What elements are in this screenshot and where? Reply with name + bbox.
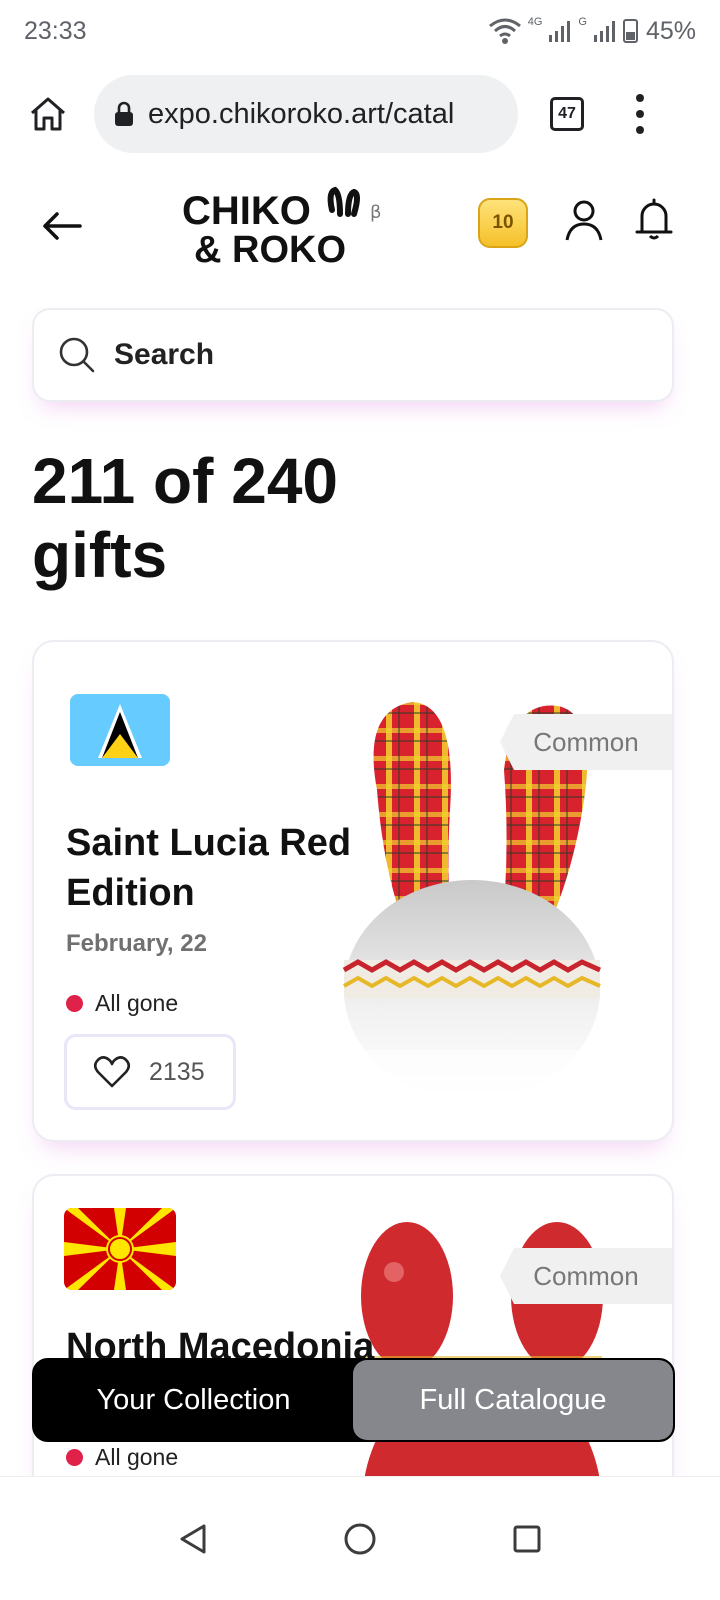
nav-recents-button[interactable] — [505, 1517, 549, 1561]
browser-toolbar: expo.chikoroko.art/catal 47 — [0, 62, 720, 166]
availability-text: All gone — [95, 1444, 179, 1470]
more-dot-icon — [636, 94, 644, 102]
more-dot-icon — [636, 110, 644, 118]
profile-button[interactable] — [564, 198, 604, 242]
like-button[interactable]: 2135 — [64, 1034, 236, 1110]
wifi-icon — [488, 18, 521, 44]
signal-icon-2 — [593, 21, 615, 42]
back-button[interactable] — [38, 202, 86, 250]
coins-badge[interactable]: 10 — [478, 198, 528, 248]
logo-line2: & ROKO — [194, 229, 346, 268]
gift-card[interactable]: Common Saint Lucia Red Edition February,… — [32, 640, 674, 1142]
status-dot-icon — [66, 1449, 83, 1466]
logo-beta: β — [370, 202, 382, 223]
square-recents-icon — [513, 1525, 541, 1552]
rarity-badge: Common — [500, 714, 672, 770]
chikoroko-logo[interactable]: CHIKO & ROKO β — [182, 184, 392, 268]
gift-date: February, 22 — [66, 930, 207, 957]
home-button[interactable] — [20, 86, 76, 142]
page-title: 211 of 240 gifts — [32, 445, 338, 591]
url-text: expo.chikoroko.art/catal — [148, 97, 455, 130]
like-count: 2135 — [149, 1057, 205, 1086]
home-icon — [31, 97, 65, 131]
search-input[interactable]: Search — [32, 308, 674, 402]
north-macedonia-flag-icon — [64, 1208, 176, 1290]
battery-percent: 45% — [645, 16, 696, 45]
gift-title: Saint Lucia Red Edition — [66, 822, 352, 914]
tab-your-collection[interactable]: Your Collection — [34, 1360, 353, 1440]
address-bar[interactable]: expo.chikoroko.art/catal — [94, 75, 518, 153]
availability-status: All gone — [66, 990, 178, 1017]
status-dot-icon — [66, 995, 83, 1012]
notifications-button[interactable] — [634, 198, 674, 242]
status-indicators: 4G G 45% — [488, 16, 696, 46]
browser-menu-button[interactable] — [630, 94, 650, 134]
search-icon — [59, 337, 95, 373]
network-type-label-2: G — [578, 16, 587, 28]
search-placeholder: Search — [114, 338, 215, 371]
site-header: CHIKO & ROKO β 10 — [0, 178, 720, 274]
status-bar: 23:33 4G G 45% — [0, 0, 720, 62]
status-time: 23:33 — [24, 16, 87, 45]
logo-line1: CHIKO — [182, 189, 311, 233]
tab-switcher-button[interactable]: 47 — [550, 97, 584, 131]
arrow-left-icon — [43, 212, 82, 240]
rarity-badge: Common — [500, 1248, 672, 1304]
bell-icon — [635, 198, 673, 240]
saint-lucia-flag-icon — [70, 694, 170, 766]
system-navigation-bar — [0, 1476, 720, 1600]
battery-icon — [622, 19, 638, 43]
lock-icon — [115, 101, 133, 126]
availability-text: All gone — [95, 990, 179, 1016]
collection-tabs: Your Collection Full Catalogue — [32, 1358, 675, 1442]
triangle-back-icon — [180, 1524, 206, 1553]
nav-back-button[interactable] — [171, 1517, 215, 1561]
signal-icon — [549, 21, 571, 42]
tab-full-catalogue[interactable]: Full Catalogue — [353, 1360, 673, 1440]
availability-status: All gone — [66, 1444, 178, 1471]
nav-home-button[interactable] — [338, 1517, 382, 1561]
user-icon — [565, 200, 603, 241]
heart-icon — [93, 1056, 131, 1088]
network-type-label: 4G — [527, 16, 543, 28]
more-dot-icon — [636, 126, 644, 134]
circle-home-icon — [344, 1523, 376, 1554]
